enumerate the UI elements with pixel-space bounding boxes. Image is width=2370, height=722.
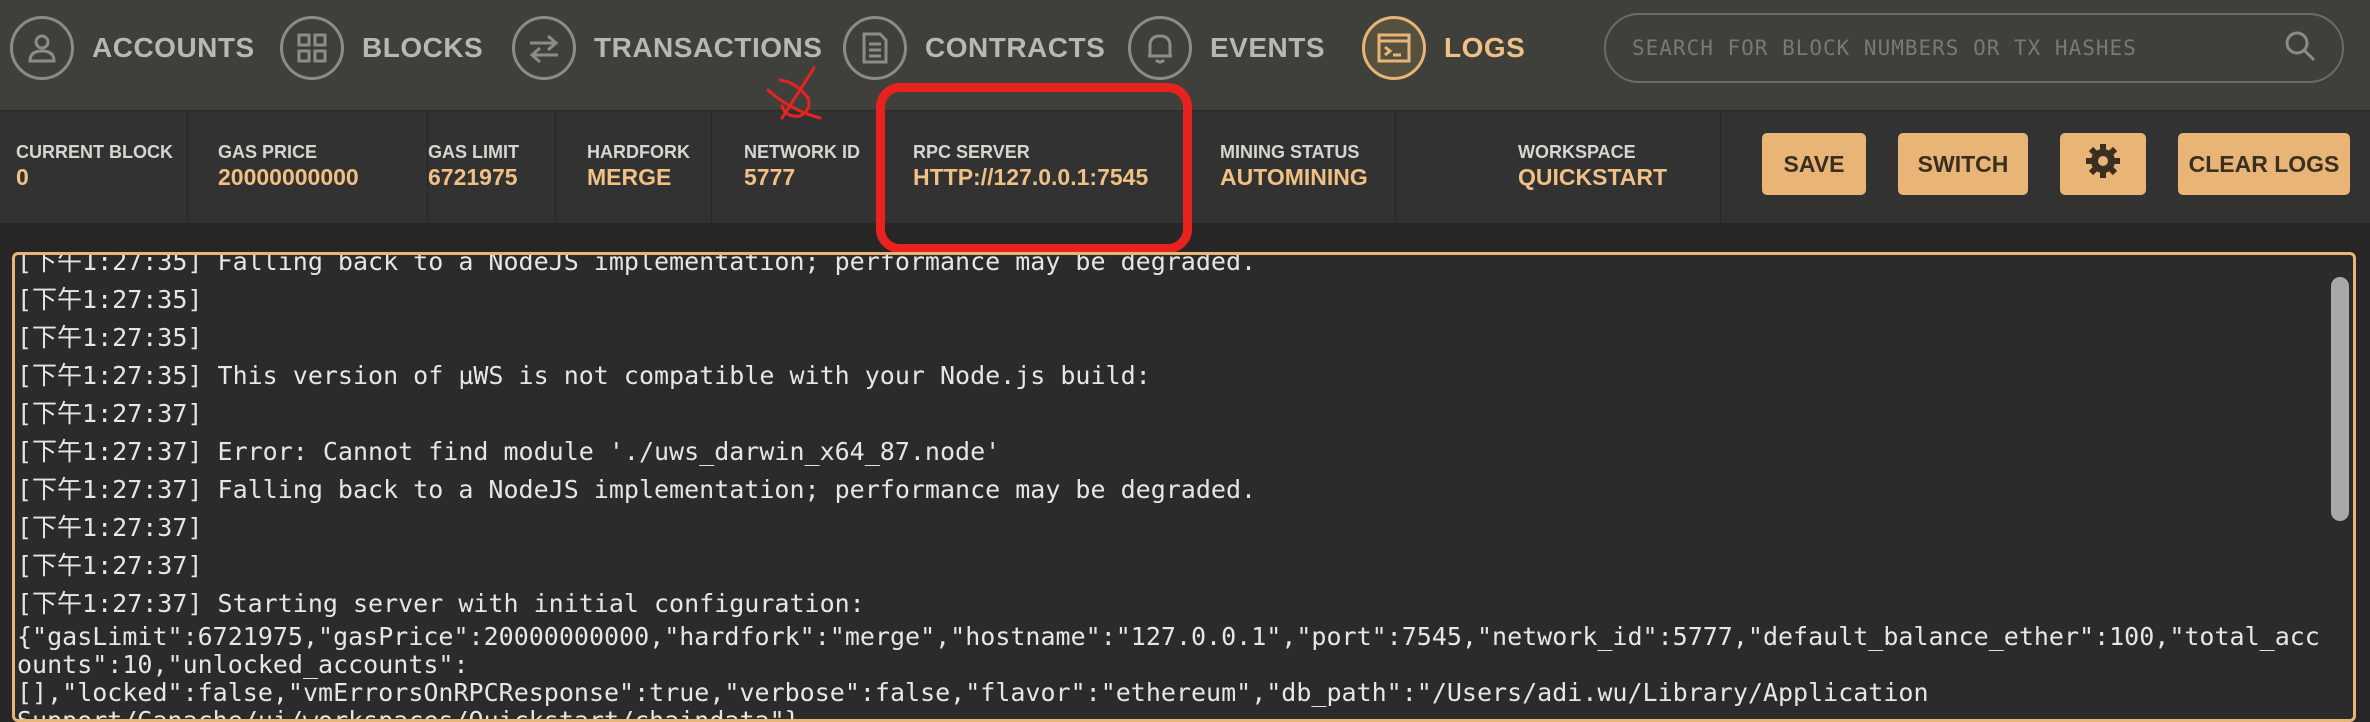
- stat-label: MINING STATUS: [1220, 142, 1360, 162]
- stat-value: 6721975: [428, 164, 518, 190]
- stat-value: 5777: [744, 164, 796, 190]
- stat-label: HARDFORK: [587, 142, 690, 162]
- nav-tab-label: ACCOUNTS: [92, 32, 255, 63]
- search-bar: [1604, 13, 2344, 83]
- annotation-cross-mark: [760, 60, 830, 135]
- log-config-json: {"gasLimit":6721975,"gasPrice":200000000…: [17, 622, 2320, 722]
- document-icon: [843, 16, 907, 80]
- clear-logs-button[interactable]: CLEAR LOGS: [2178, 133, 2350, 195]
- nav-tab-events[interactable]: EVENTS: [1128, 12, 1325, 84]
- log-line: [下午1:27:37] Error: Cannot find module '.…: [17, 437, 1001, 466]
- annotation-highlight-rectangle: [876, 83, 1192, 253]
- stat-value: 20000000000: [218, 164, 359, 190]
- nav-tab-blocks[interactable]: BLOCKS: [280, 12, 483, 84]
- stat-value: 0: [16, 164, 29, 190]
- log-line: [下午1:27:37] Falling back to a NodeJS imp…: [17, 475, 1257, 504]
- nav-tab-label: CONTRACTS: [925, 32, 1106, 63]
- log-scrollbar[interactable]: [2331, 277, 2349, 521]
- grid-icon: [280, 16, 344, 80]
- stat-value: AUTOMINING: [1220, 164, 1368, 190]
- save-button[interactable]: SAVE: [1762, 133, 1866, 195]
- stat-gas-limit: GAS LIMIT 6721975: [428, 111, 556, 223]
- stat-mining-status: MINING STATUS AUTOMINING: [1188, 111, 1396, 223]
- stat-value: QUICKSTART: [1518, 164, 1668, 190]
- log-line: [下午1:27:35] Falling back to a NodeJS imp…: [17, 252, 1257, 276]
- log-line: [下午1:27:37]: [17, 399, 203, 428]
- nav-tab-label: BLOCKS: [362, 32, 484, 63]
- nav-tab-logs[interactable]: LOGS: [1362, 12, 1525, 84]
- stat-label: NETWORK ID: [744, 142, 860, 162]
- log-panel[interactable]: [下午1:27:35] Falling back to a NodeJS imp…: [12, 252, 2356, 722]
- stat-label: GAS PRICE: [218, 142, 318, 162]
- swap-arrows-icon: [512, 16, 576, 80]
- search-icon[interactable]: [2282, 28, 2318, 69]
- user-icon: [10, 16, 74, 80]
- stat-value: MERGE: [587, 164, 672, 190]
- stat-current-block: CURRENT BLOCK 0: [0, 111, 188, 223]
- stat-label: GAS LIMIT: [428, 142, 519, 162]
- stat-hardfork: HARDFORK MERGE: [556, 111, 712, 223]
- log-output: [下午1:27:35] Falling back to a NodeJS imp…: [15, 252, 2325, 722]
- settings-button[interactable]: [2060, 133, 2146, 195]
- gear-icon: [2083, 141, 2123, 187]
- log-line: [下午1:27:35]: [17, 285, 203, 314]
- stat-workspace: WORKSPACE QUICKSTART: [1396, 111, 1721, 223]
- log-line: [下午1:27:37]: [17, 551, 203, 580]
- stat-label: CURRENT BLOCK: [16, 142, 173, 162]
- stat-gas-price: GAS PRICE 20000000000: [188, 111, 428, 223]
- nav-tab-label: EVENTS: [1210, 32, 1326, 63]
- nav-tab-contracts[interactable]: CONTRACTS: [843, 12, 1105, 84]
- nav-tab-label: LOGS: [1444, 32, 1526, 63]
- log-line: [下午1:27:37] Starting server with initial…: [17, 589, 865, 618]
- search-input[interactable]: [1630, 35, 2282, 61]
- terminal-icon: [1362, 16, 1426, 80]
- nav-tab-accounts[interactable]: ACCOUNTS: [10, 12, 255, 84]
- switch-button[interactable]: SWITCH: [1898, 133, 2028, 195]
- log-line: [下午1:27:35] This version of µWS is not c…: [17, 361, 1151, 390]
- log-line: [下午1:27:35]: [17, 323, 203, 352]
- stat-label: WORKSPACE: [1518, 142, 1636, 162]
- log-line: [下午1:27:37]: [17, 513, 203, 542]
- bell-icon: [1128, 16, 1192, 80]
